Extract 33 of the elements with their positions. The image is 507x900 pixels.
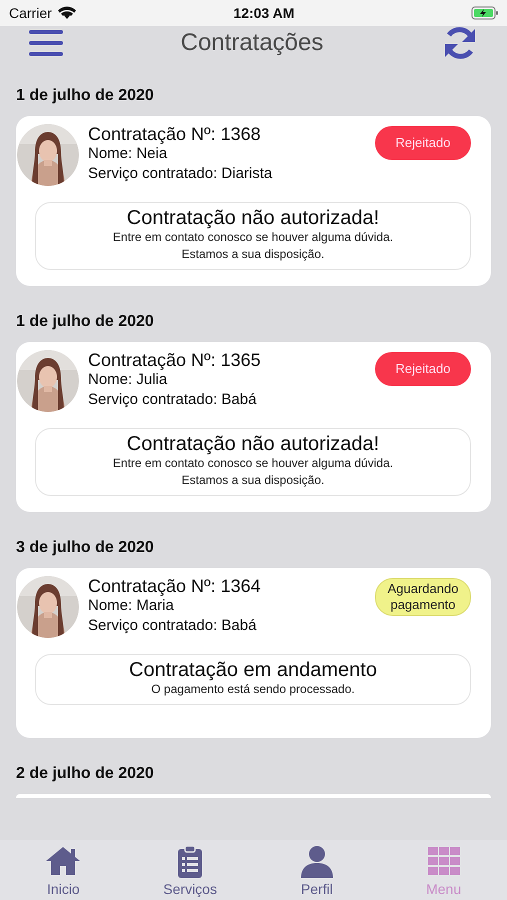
carrier-name: Carrier <box>9 5 52 21</box>
menu-button[interactable] <box>29 28 63 58</box>
status-badge: Rejeitado <box>375 352 471 386</box>
date-heading: 1 de julho de 2020 <box>16 86 155 106</box>
date-heading: 3 de julho de 2020 <box>16 538 155 558</box>
contract-number: Contratação Nº: 1364 <box>88 576 262 596</box>
clock-time: 12:03 AM <box>233 5 294 21</box>
battery-icon <box>470 6 499 20</box>
message-title: Contratação em andamento <box>128 659 378 681</box>
date-heading: 2 de julho de 2020 <box>16 764 155 784</box>
message-title: Contratação não autorizada! <box>126 433 380 455</box>
page-title: Contratações <box>180 29 324 57</box>
status-badge: Aguardando pagamento <box>375 578 471 616</box>
contract-name: Nome: Neia <box>88 144 168 164</box>
contract-service: Serviço contratado: Babá <box>88 616 258 636</box>
date-heading: 1 de julho de 2020 <box>16 312 155 332</box>
message-text: O pagamento está sendo processado. <box>150 681 356 698</box>
tab-item[interactable]: Perfil <box>266 844 367 896</box>
message-text: Estamos a sua disposição. <box>180 246 326 263</box>
contract-service: Serviço contratado: Babá <box>88 390 258 410</box>
message-text: Entre em contato conosco se houver alguma dúvida. <box>112 229 394 246</box>
status-badge: Rejeitado <box>375 126 471 160</box>
contract-number: Contratação Nº: 1368 <box>88 124 262 144</box>
contract-name: Nome: Julia <box>88 370 168 390</box>
tab-item[interactable]: Inicio <box>13 844 114 896</box>
tab-item[interactable]: Serviços <box>140 844 240 896</box>
message-text: Entre em contato conosco se houver alguma dúvida. <box>112 455 394 472</box>
message-title: Contratação não autorizada! <box>126 207 380 229</box>
contract-service: Serviço contratado: Diarista <box>88 164 274 184</box>
contract-number: Contratação Nº: 1365 <box>88 350 262 370</box>
wifi-icon <box>56 6 77 20</box>
message-text: Estamos a sua disposição. <box>180 472 326 489</box>
contract-name: Nome: Maria <box>88 596 175 616</box>
